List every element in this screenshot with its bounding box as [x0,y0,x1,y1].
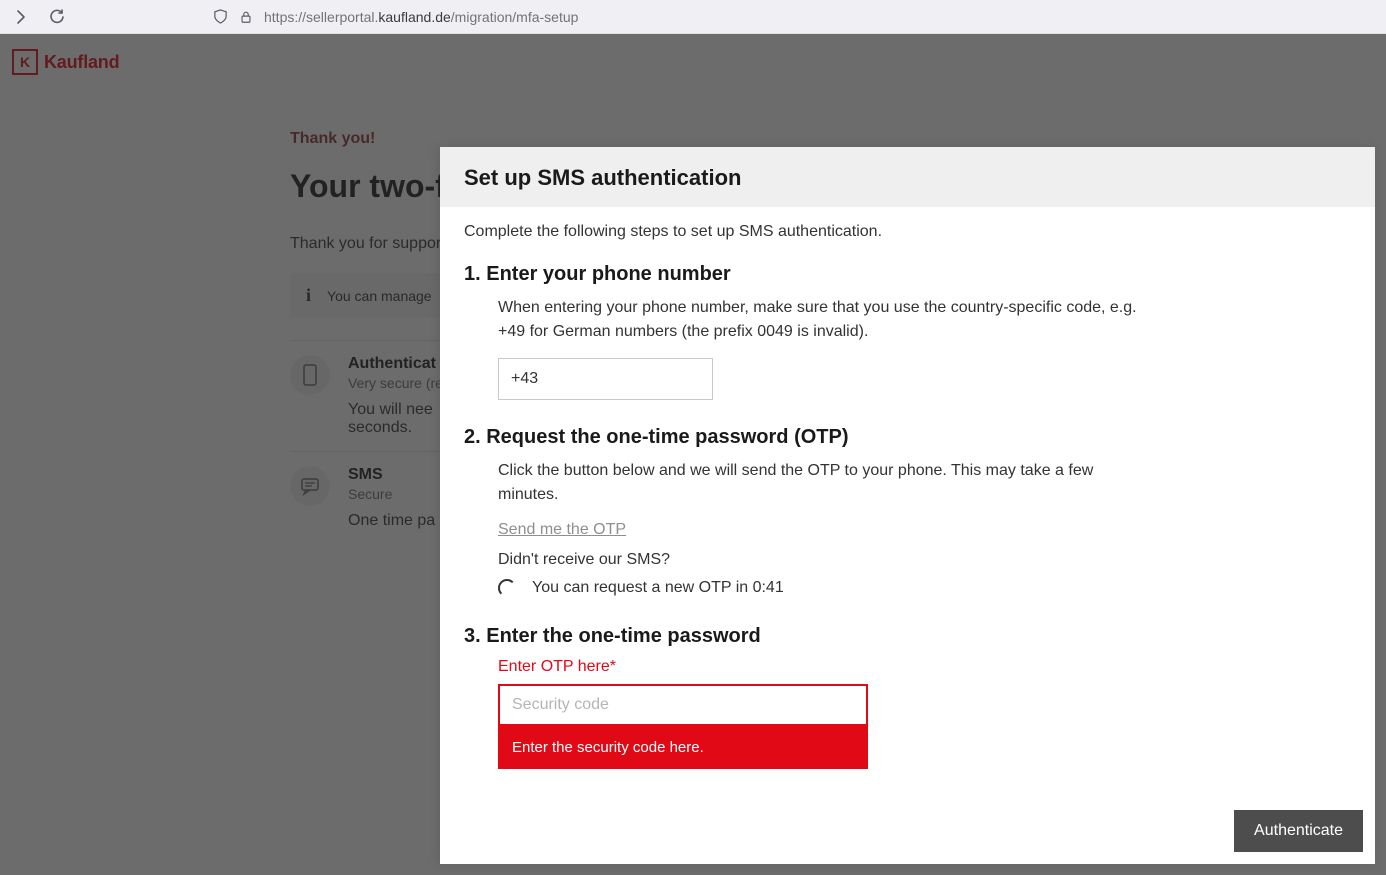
sms-setup-modal: Set up SMS authentication Complete the f… [440,147,1375,864]
modal-intro: Complete the following steps to set up S… [464,223,1351,241]
address-bar[interactable]: https://sellerportal.kaufland.de/migrati… [204,3,1374,31]
refresh-icon[interactable] [48,8,66,26]
modal-header: Set up SMS authentication [440,147,1375,207]
otp-input-label: Enter OTP here* [498,658,1351,676]
step1-heading: 1. Enter your phone number [464,263,1351,286]
otp-error-message: Enter the security code here. [498,726,868,769]
authenticate-button[interactable]: Authenticate [1234,810,1363,852]
modal-title: Set up SMS authentication [464,165,1351,191]
step2-heading: 2. Request the one-time password (OTP) [464,426,1351,449]
send-otp-link[interactable]: Send me the OTP [498,521,626,539]
shield-icon [212,9,228,25]
otp-timer-row: You can request a new OTP in 0:41 [498,579,1351,597]
didnt-receive-text: Didn't receive our SMS? [498,551,1351,569]
phone-number-input[interactable] [498,358,713,400]
modal-body: Complete the following steps to set up S… [440,207,1375,864]
lock-icon [238,9,254,25]
forward-arrow-icon[interactable] [12,8,30,26]
step1-description: When entering your phone number, make su… [498,296,1138,344]
spinner-icon [498,579,516,597]
step2-description: Click the button below and we will send … [498,459,1138,507]
url-text: https://sellerportal.kaufland.de/migrati… [264,9,578,25]
browser-chrome: https://sellerportal.kaufland.de/migrati… [0,0,1386,34]
otp-input[interactable] [498,684,868,726]
otp-timer-text: You can request a new OTP in 0:41 [532,579,784,597]
step3-heading: 3. Enter the one-time password [464,625,1351,648]
